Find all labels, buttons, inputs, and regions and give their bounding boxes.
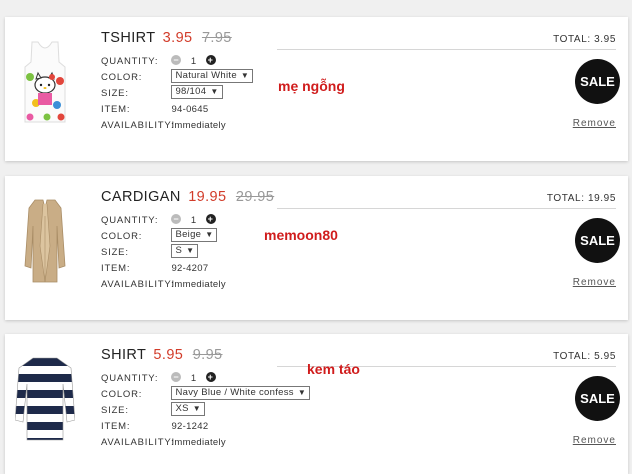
size-select[interactable]: XS ▼ — [171, 402, 205, 417]
color-row: COLOR: Beige ▼ — [101, 228, 226, 245]
color-row: COLOR: Natural White ▼ — [101, 69, 254, 86]
product-image[interactable] — [15, 196, 75, 286]
availability-row: AVAILABILITY: Immediately — [101, 435, 310, 451]
product-name: SHIRT — [101, 347, 146, 363]
item-label: ITEM: — [101, 263, 131, 274]
quantity-value: 1 — [190, 215, 197, 226]
dropdown-arrow-icon: ▼ — [240, 71, 250, 81]
color-select[interactable]: Navy Blue / White confess ▼ — [171, 386, 311, 401]
size-select[interactable]: S ▼ — [171, 244, 199, 259]
item-number: 92-1242 — [171, 421, 209, 432]
availability-value: Immediately — [171, 120, 226, 131]
cart-item: SHIRT 5.95 9.95 TOTAL: 5.95 QUANTITY: − … — [5, 334, 628, 474]
product-image[interactable] — [15, 354, 75, 444]
item-details: QUANTITY: − 1 + COLOR: Navy Blue / White… — [101, 371, 311, 451]
increase-quantity-icon[interactable]: + — [205, 55, 216, 66]
dropdown-arrow-icon: ▼ — [192, 404, 201, 414]
item-details: QUANTITY: − 1 + COLOR: Beige ▼ SIZE: S ▼ I… — [101, 213, 226, 293]
color-label: COLOR: — [101, 72, 143, 83]
sale-price: 3.95 — [162, 30, 193, 46]
quantity-label: QUANTITY: — [101, 215, 159, 226]
line-total: TOTAL: 19.95 — [546, 193, 616, 204]
color-label: COLOR: — [101, 389, 143, 400]
sale-badge: SALE — [575, 218, 620, 263]
overlay-caption: mẹ ngỗng — [278, 78, 345, 94]
sale-price: 19.95 — [188, 189, 227, 205]
product-title: TSHIRT 3.95 7.95 — [101, 30, 232, 46]
quantity-label: QUANTITY: — [101, 373, 159, 384]
sale-badge: SALE — [575, 376, 620, 421]
sale-price: 5.95 — [153, 347, 184, 363]
item-row: ITEM: 94-0645 — [101, 102, 253, 118]
color-select[interactable]: Beige ▼ — [171, 228, 218, 243]
divider — [277, 208, 616, 209]
remove-link[interactable]: Remove — [573, 277, 616, 288]
cart-item: CARDIGAN 19.95 29.95 TOTAL: 19.95 QUANTI… — [5, 176, 628, 320]
availability-label: AVAILABILITY: — [101, 437, 175, 448]
item-number: 94-0645 — [171, 104, 209, 115]
product-image[interactable] — [15, 37, 75, 127]
product-title: SHIRT 5.95 9.95 — [101, 347, 223, 363]
item-row: ITEM: 92-4207 — [101, 261, 226, 277]
quantity-row: QUANTITY: − 1 + — [101, 54, 253, 70]
size-label: SIZE: — [101, 88, 129, 99]
original-price: 29.95 — [235, 189, 275, 205]
item-number: 92-4207 — [171, 263, 209, 274]
size-label: SIZE: — [101, 405, 129, 416]
line-total: TOTAL: 5.95 — [553, 351, 616, 362]
product-title: CARDIGAN 19.95 29.95 — [101, 189, 274, 205]
item-details: QUANTITY: − 1 + COLOR: Natural White ▼ SI… — [101, 54, 254, 134]
quantity-value: 1 — [190, 373, 197, 384]
availability-row: AVAILABILITY: Immediately — [101, 118, 253, 134]
color-row: COLOR: Navy Blue / White confess ▼ — [101, 386, 311, 403]
size-row: SIZE: 98/104 ▼ — [101, 85, 253, 102]
availability-row: AVAILABILITY: Immediately — [101, 277, 226, 293]
quantity-value: 1 — [190, 56, 197, 67]
original-price: 7.95 — [201, 30, 232, 46]
availability-value: Immediately — [171, 279, 226, 290]
item-label: ITEM: — [101, 421, 131, 432]
availability-value: Immediately — [171, 437, 226, 448]
color-select[interactable]: Natural White ▼ — [171, 69, 254, 84]
size-label: SIZE: — [101, 247, 129, 258]
overlay-caption: kem táo — [307, 361, 360, 377]
overlay-caption: memoon80 — [264, 227, 338, 243]
line-total: TOTAL: 3.95 — [553, 34, 616, 45]
size-select[interactable]: 98/104 ▼ — [171, 85, 223, 100]
size-row: SIZE: XS ▼ — [101, 402, 310, 419]
product-name: CARDIGAN — [101, 189, 181, 205]
quantity-row: QUANTITY: − 1 + — [101, 213, 226, 229]
original-price: 9.95 — [192, 347, 223, 363]
availability-label: AVAILABILITY: — [101, 279, 175, 290]
dropdown-arrow-icon: ▼ — [186, 246, 195, 256]
remove-link[interactable]: Remove — [573, 118, 616, 129]
product-name: TSHIRT — [101, 30, 156, 46]
decrease-quantity-icon[interactable]: − — [171, 214, 182, 225]
item-label: ITEM: — [101, 104, 131, 115]
decrease-quantity-icon[interactable]: − — [171, 372, 182, 383]
quantity-row: QUANTITY: − 1 + — [101, 371, 310, 387]
remove-link[interactable]: Remove — [573, 435, 616, 446]
size-row: SIZE: S ▼ — [101, 244, 226, 261]
decrease-quantity-icon[interactable]: − — [171, 55, 182, 66]
item-row: ITEM: 92-1242 — [101, 419, 310, 435]
divider — [277, 49, 616, 50]
dropdown-arrow-icon: ▼ — [297, 388, 307, 398]
color-label: COLOR: — [101, 231, 143, 242]
quantity-label: QUANTITY: — [101, 56, 159, 67]
dropdown-arrow-icon: ▼ — [205, 230, 214, 240]
increase-quantity-icon[interactable]: + — [205, 372, 216, 383]
availability-label: AVAILABILITY: — [101, 120, 175, 131]
dropdown-arrow-icon: ▼ — [210, 87, 219, 97]
cart-item: TSHIRT 3.95 7.95 TOTAL: 3.95 QUANTITY: −… — [5, 17, 628, 161]
increase-quantity-icon[interactable]: + — [205, 214, 216, 225]
sale-badge: SALE — [575, 59, 620, 104]
